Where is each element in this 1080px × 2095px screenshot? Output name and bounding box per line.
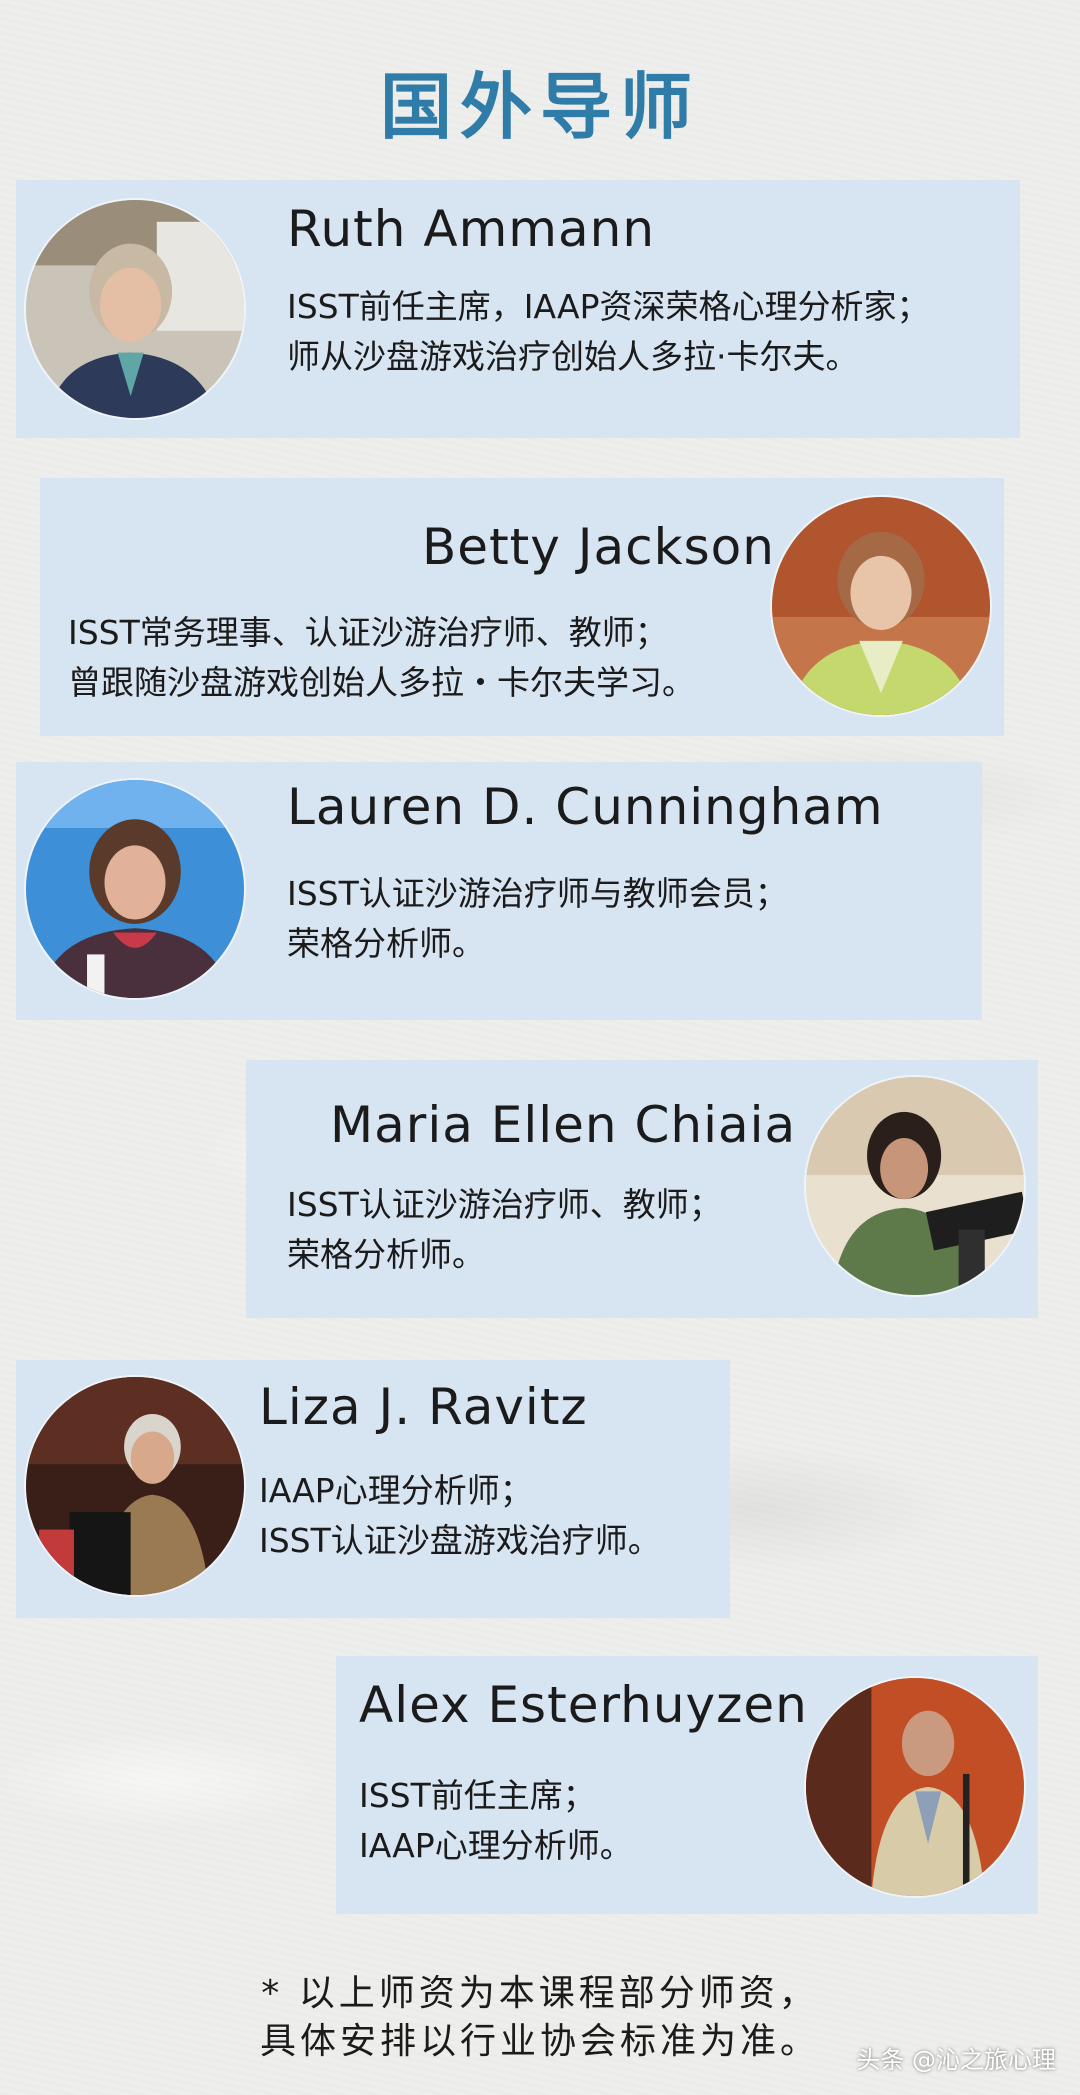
mentor-description-line: 荣格分析师。 [287, 924, 485, 963]
mentor-description: ISST常务理事、认证沙游治疗师、教师； 曾跟随沙盘游戏创始人多拉・卡尔夫学习。 [68, 608, 695, 708]
mentor-name: Alex Esterhuyzen [359, 1676, 808, 1734]
mentor-description-line: ISST常务理事、认证沙游治疗师、教师； [68, 613, 668, 652]
mentor-photo-ruth-ammann [26, 200, 244, 418]
mentor-description: ISST前任主席； IAAP心理分析师。 [359, 1771, 633, 1871]
mentor-description: ISST认证沙游治疗师与教师会员； 荣格分析师。 [287, 869, 788, 969]
mentor-description-line: ISST前任主席； [359, 1776, 596, 1815]
mentor-description-line: 师从沙盘游戏治疗创始人多拉·卡尔夫。 [287, 337, 859, 376]
mentor-name: Maria Ellen Chiaia [330, 1096, 797, 1154]
watermark: 头条 @沁之旅心理 [856, 2046, 1056, 2074]
mentor-description-line: ISST认证沙盘游戏治疗师。 [259, 1521, 661, 1560]
mentor-description: ISST认证沙游治疗师、教师； 荣格分析师。 [287, 1180, 722, 1280]
mentor-description-line: IAAP心理分析师。 [359, 1826, 633, 1865]
mentor-name: Betty Jackson [422, 518, 775, 576]
mentor-description: IAAP心理分析师； ISST认证沙盘游戏治疗师。 [259, 1466, 661, 1566]
mentor-description: ISST前任主席，IAAP资深荣格心理分析家； 师从沙盘游戏治疗创始人多拉·卡尔… [287, 282, 930, 382]
mentor-photo-liza-ravitz [26, 1377, 244, 1595]
footnote-line: * 以上师资为本课程部分师资， [261, 1973, 819, 2014]
mentor-name: Ruth Ammann [287, 200, 656, 258]
mentor-description-line: 荣格分析师。 [287, 1235, 485, 1274]
mentor-name: Lauren D. Cunningham [287, 778, 884, 836]
mentor-description-line: ISST前任主席，IAAP资深荣格心理分析家； [287, 287, 930, 326]
mentor-photo-lauren-cunningham [26, 780, 244, 998]
mentor-description-line: ISST认证沙游治疗师与教师会员； [287, 874, 788, 913]
page-title: 国外导师 [379, 65, 700, 149]
mentor-photo-betty-jackson [772, 497, 990, 715]
mentor-description-line: IAAP心理分析师； [259, 1471, 533, 1510]
mentor-photo-alex-esterhuyzen [806, 1678, 1024, 1896]
mentor-name: Liza J. Ravitz [259, 1378, 588, 1436]
mentor-description-line: ISST认证沙游治疗师、教师； [287, 1185, 722, 1224]
mentor-photo-maria-chiaia [806, 1077, 1024, 1295]
mentor-description-line: 曾跟随沙盘游戏创始人多拉・卡尔夫学习。 [68, 663, 695, 702]
